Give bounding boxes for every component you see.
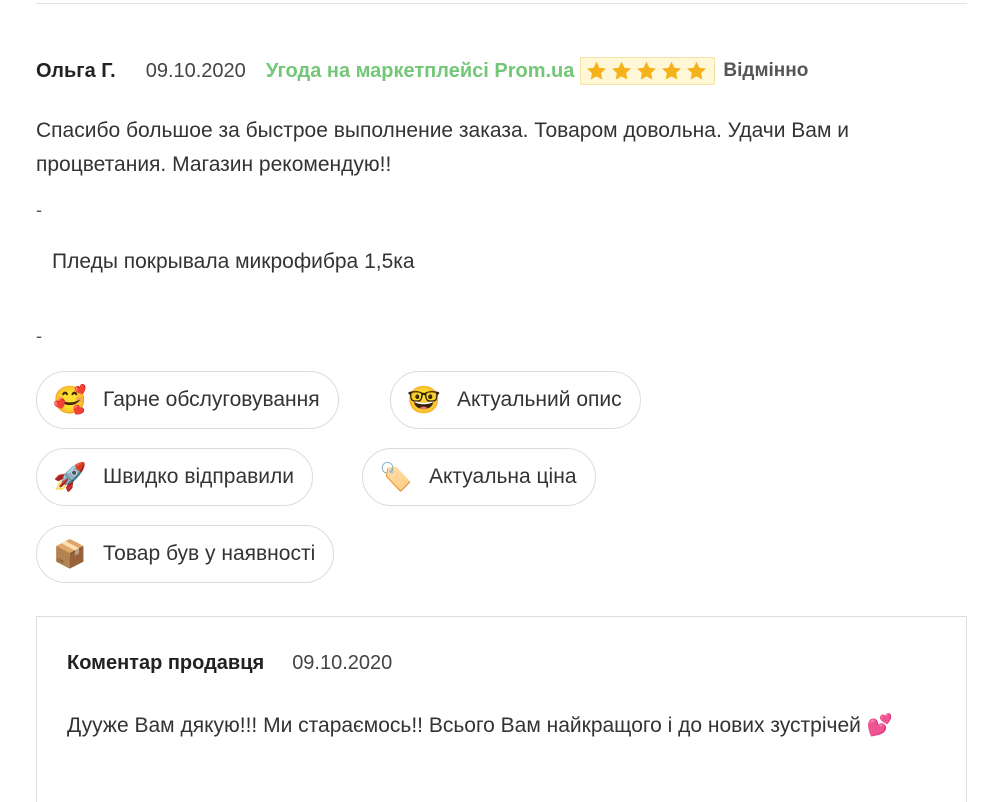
rating-label: Відмінно xyxy=(723,60,809,81)
star-icon xyxy=(660,60,685,82)
nerd-face-icon: 🤓 xyxy=(407,384,441,415)
star-icon xyxy=(610,60,635,82)
price-tag-icon: 🏷️ xyxy=(379,461,413,492)
tag-label: Актуальна ціна xyxy=(429,465,577,488)
tag-good-service[interactable]: 🥰 Гарне обслуговування xyxy=(36,371,339,429)
tag-label: Гарне обслуговування xyxy=(103,388,320,411)
marketplace-deal-link[interactable]: Угода на маркетплейсі Prom.ua xyxy=(266,60,575,83)
tag-in-stock[interactable]: 📦 Товар був у наявності xyxy=(36,525,335,583)
tag-label: Актуальний опис xyxy=(457,388,622,411)
package-icon: 📦 xyxy=(53,538,87,569)
rocket-icon: 🚀 xyxy=(53,461,87,492)
tag-label: Швидко відправили xyxy=(103,465,294,488)
tag-accurate-description[interactable]: 🤓 Актуальний опис xyxy=(390,371,641,429)
separator-dash: - xyxy=(36,326,42,346)
seller-comment-text: Дууже Вам дякую!!! Ми стараємось!! Всьог… xyxy=(67,714,893,737)
tag-label: Товар був у наявності xyxy=(103,542,316,565)
star-icon xyxy=(635,60,660,82)
product-name[interactable]: Пледы покрывала микрофибра 1,5ка xyxy=(52,250,415,274)
review-page: Ольга Г. 09.10.2020 Угода на маркетплейс… xyxy=(0,0,996,802)
rating-stars xyxy=(580,57,716,85)
separator-dash: - xyxy=(36,200,42,220)
review-text: Спасибо большое за быстрое выполнение за… xyxy=(36,119,849,176)
tag-accurate-price[interactable]: 🏷️ Актуальна ціна xyxy=(362,448,596,506)
seller-comment-box: Коментар продавця 09.10.2020 Дууже Вам д… xyxy=(36,616,967,802)
review-header: Ольга Г. 09.10.2020 Угода на маркетплейс… xyxy=(36,56,808,86)
seller-comment-header: Коментар продавця 09.10.2020 xyxy=(67,652,392,675)
seller-comment-date: 09.10.2020 xyxy=(292,652,393,674)
seller-comment-title: Коментар продавця xyxy=(67,652,265,674)
tag-fast-shipping[interactable]: 🚀 Швидко відправили xyxy=(36,448,313,506)
smiling-face-with-hearts-icon: 🥰 xyxy=(53,384,87,415)
review-date: 09.10.2020 xyxy=(145,59,246,82)
review-author: Ольга Г. xyxy=(36,59,116,82)
star-icon xyxy=(585,60,610,82)
star-icon xyxy=(685,60,710,82)
top-divider xyxy=(36,3,967,4)
